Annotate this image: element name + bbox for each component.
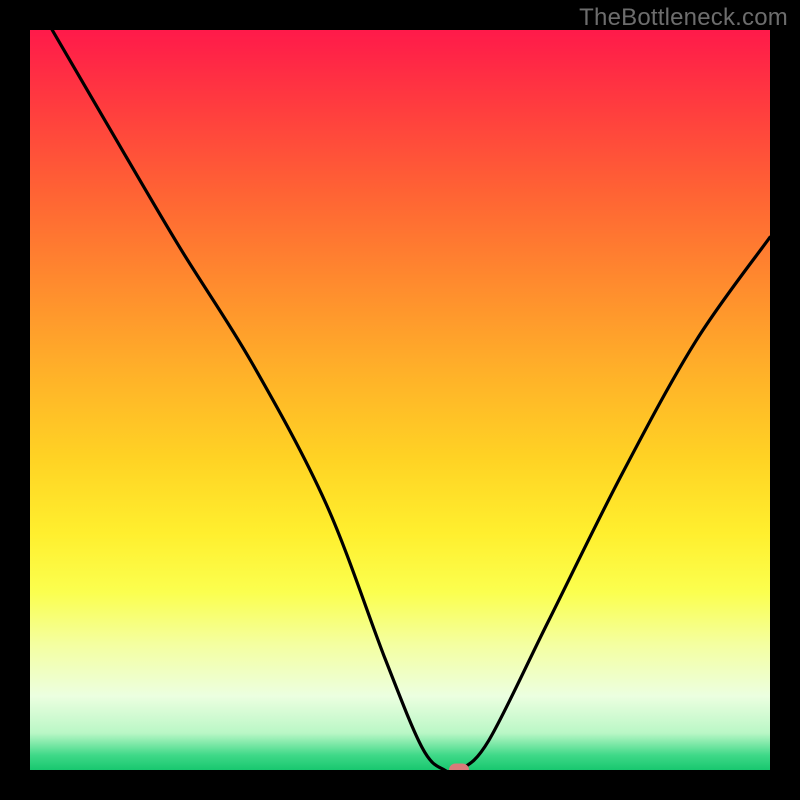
line-curve (30, 30, 770, 770)
bottleneck-marker-icon (449, 764, 469, 771)
watermark-text: TheBottleneck.com (579, 4, 788, 32)
plot-area (30, 30, 770, 770)
chart-frame: TheBottleneck.com (0, 0, 800, 800)
